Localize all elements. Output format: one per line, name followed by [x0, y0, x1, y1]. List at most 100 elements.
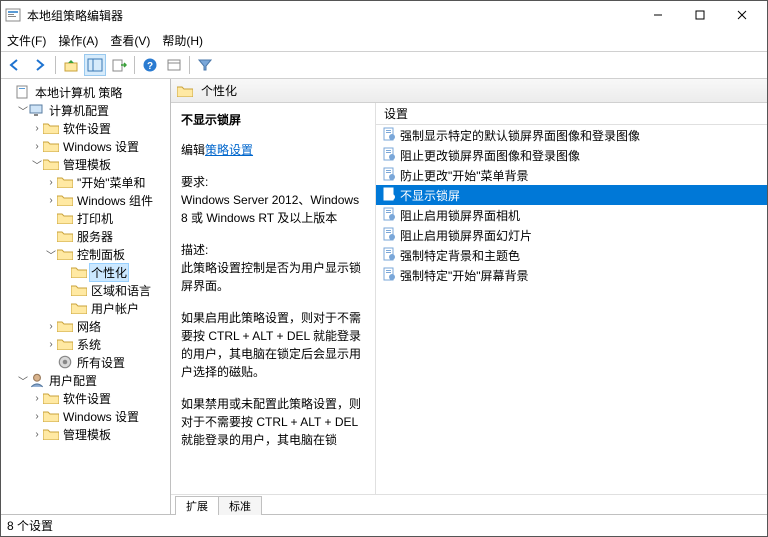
list-item[interactable]: 强制特定背景和主题色 — [376, 245, 767, 265]
tab-extended[interactable]: 扩展 — [175, 496, 219, 515]
tree-regional[interactable]: ›区域和语言 — [59, 281, 170, 299]
user-icon — [29, 373, 45, 387]
menu-view[interactable]: 查看(V) — [110, 32, 150, 49]
list-item[interactable]: 阻止更改锁屏界面图像和登录图像 — [376, 145, 767, 165]
policy-icon — [382, 147, 396, 164]
document-icon — [15, 85, 31, 99]
description-p2: 如果启用此策略设置，则对于不需要按 CTRL + ALT + DEL 就能登录的… — [181, 309, 365, 381]
maximize-button[interactable] — [679, 3, 721, 27]
list-item-label: 强制显示特定的默认锁屏界面图像和登录图像 — [400, 127, 640, 144]
list-item-label: 强制特定"开始"屏幕背景 — [400, 267, 529, 284]
app-icon — [5, 7, 21, 23]
list-item[interactable]: 强制显示特定的默认锁屏界面图像和登录图像 — [376, 125, 767, 145]
tree-printers[interactable]: ›打印机 — [45, 209, 170, 227]
description-p3: 如果禁用或未配置此策略设置，则对于不需要按 CTRL + ALT + DEL 就… — [181, 395, 365, 449]
requirements-body: Windows Server 2012、Windows 8 或 Windows … — [181, 191, 365, 227]
list-item[interactable]: 防止更改"开始"菜单背景 — [376, 165, 767, 185]
body: ▸ 本地计算机 策略 ﹀ 计算机配置 — [1, 79, 767, 514]
menubar: 文件(F) 操作(A) 查看(V) 帮助(H) — [1, 29, 767, 51]
computer-icon — [29, 103, 45, 117]
folder-icon — [43, 121, 59, 135]
folder-icon — [71, 265, 87, 279]
tree-user-templates[interactable]: ›管理模板 — [31, 425, 170, 443]
policy-icon — [382, 127, 396, 144]
forward-button[interactable] — [29, 54, 51, 76]
list-item-label: 阻止启用锁屏界面相机 — [400, 207, 520, 224]
folder-icon — [43, 139, 59, 153]
list-item-label: 防止更改"开始"菜单背景 — [400, 167, 529, 184]
tree-user-config[interactable]: ﹀用户配置 — [17, 371, 170, 389]
folder-icon — [57, 229, 73, 243]
toolbar: ? — [1, 51, 767, 79]
tab-standard[interactable]: 标准 — [218, 496, 262, 515]
policy-icon — [382, 207, 396, 224]
tree-network[interactable]: ›网络 — [45, 317, 170, 335]
menu-help[interactable]: 帮助(H) — [162, 32, 203, 49]
back-button[interactable] — [5, 54, 27, 76]
tree-root[interactable]: ▸ 本地计算机 策略 — [3, 83, 170, 101]
tree-start-menu[interactable]: ›"开始"菜单和 — [45, 173, 170, 191]
tree-control-panel[interactable]: ﹀控制面板 — [45, 245, 170, 263]
policy-icon — [382, 247, 396, 264]
tree-user-software[interactable]: ›软件设置 — [31, 389, 170, 407]
path-bar: 个性化 — [171, 79, 767, 103]
settings-list[interactable]: 强制显示特定的默认锁屏界面图像和登录图像阻止更改锁屏界面图像和登录图像防止更改"… — [376, 125, 767, 494]
window-title: 本地组策略编辑器 — [27, 7, 637, 24]
tree-computer-config[interactable]: ﹀ 计算机配置 — [17, 101, 170, 119]
list-item[interactable]: 阻止启用锁屏界面幻灯片 — [376, 225, 767, 245]
tree-all-settings[interactable]: ›所有设置 — [45, 353, 170, 371]
list-item-label: 不显示锁屏 — [400, 187, 460, 204]
window: 本地组策略编辑器 文件(F) 操作(A) 查看(V) 帮助(H) ? — [0, 0, 768, 537]
titlebar: 本地组策略编辑器 — [1, 1, 767, 29]
folder-icon — [71, 301, 87, 315]
policy-icon — [382, 227, 396, 244]
folder-icon — [57, 247, 73, 261]
tree-personalization[interactable]: ›个性化 — [59, 263, 170, 281]
help-button[interactable]: ? — [139, 54, 161, 76]
status-count: 8 个设置 — [7, 517, 53, 534]
tree-admin-templates[interactable]: ﹀管理模板 — [31, 155, 170, 173]
folder-icon — [57, 211, 73, 225]
selected-setting-title: 不显示锁屏 — [181, 111, 365, 129]
statusbar: 8 个设置 — [1, 514, 767, 536]
folder-icon — [57, 319, 73, 333]
filter-button[interactable] — [194, 54, 216, 76]
list-item[interactable]: 强制特定"开始"屏幕背景 — [376, 265, 767, 285]
list-item[interactable]: 阻止启用锁屏界面相机 — [376, 205, 767, 225]
close-button[interactable] — [721, 3, 763, 27]
description-label: 描述: — [181, 241, 365, 259]
description-p1: 此策略设置控制是否为用户显示锁屏界面。 — [181, 259, 365, 295]
settings-icon — [57, 355, 73, 369]
folder-icon — [57, 337, 73, 351]
folder-icon — [43, 409, 59, 423]
tree-servers[interactable]: ›服务器 — [45, 227, 170, 245]
tree-system[interactable]: ›系统 — [45, 335, 170, 353]
properties-button[interactable] — [163, 54, 185, 76]
list-item[interactable]: 不显示锁屏 — [376, 185, 767, 205]
up-level-button[interactable] — [60, 54, 82, 76]
list-item-label: 强制特定背景和主题色 — [400, 247, 520, 264]
list-item-label: 阻止更改锁屏界面图像和登录图像 — [400, 147, 580, 164]
path-label: 个性化 — [201, 82, 237, 99]
menu-file[interactable]: 文件(F) — [7, 32, 46, 49]
folder-icon — [43, 391, 59, 405]
tree-user-accounts[interactable]: ›用户帐户 — [59, 299, 170, 317]
show-hide-console-tree-button[interactable] — [84, 54, 106, 76]
edit-label: 编辑 — [181, 143, 205, 157]
requirements-label: 要求: — [181, 173, 365, 191]
tree-pane[interactable]: ▸ 本地计算机 策略 ﹀ 计算机配置 — [1, 79, 171, 514]
menu-action[interactable]: 操作(A) — [58, 32, 98, 49]
tree-windows-settings[interactable]: ›Windows 设置 — [31, 137, 170, 155]
export-list-button[interactable] — [108, 54, 130, 76]
edit-policy-link[interactable]: 策略设置 — [205, 143, 253, 157]
minimize-button[interactable] — [637, 3, 679, 27]
settings-list-pane: 设置 强制显示特定的默认锁屏界面图像和登录图像阻止更改锁屏界面图像和登录图像防止… — [376, 103, 767, 494]
tree-user-windows[interactable]: ›Windows 设置 — [31, 407, 170, 425]
tree-windows-components[interactable]: ›Windows 组件 — [45, 191, 170, 209]
tree-software-settings[interactable]: ›软件设置 — [31, 119, 170, 137]
list-header-setting[interactable]: 设置 — [376, 103, 767, 125]
policy-icon — [382, 267, 396, 284]
list-item-label: 阻止启用锁屏界面幻灯片 — [400, 227, 532, 244]
policy-icon — [382, 187, 396, 204]
folder-icon — [177, 84, 193, 98]
